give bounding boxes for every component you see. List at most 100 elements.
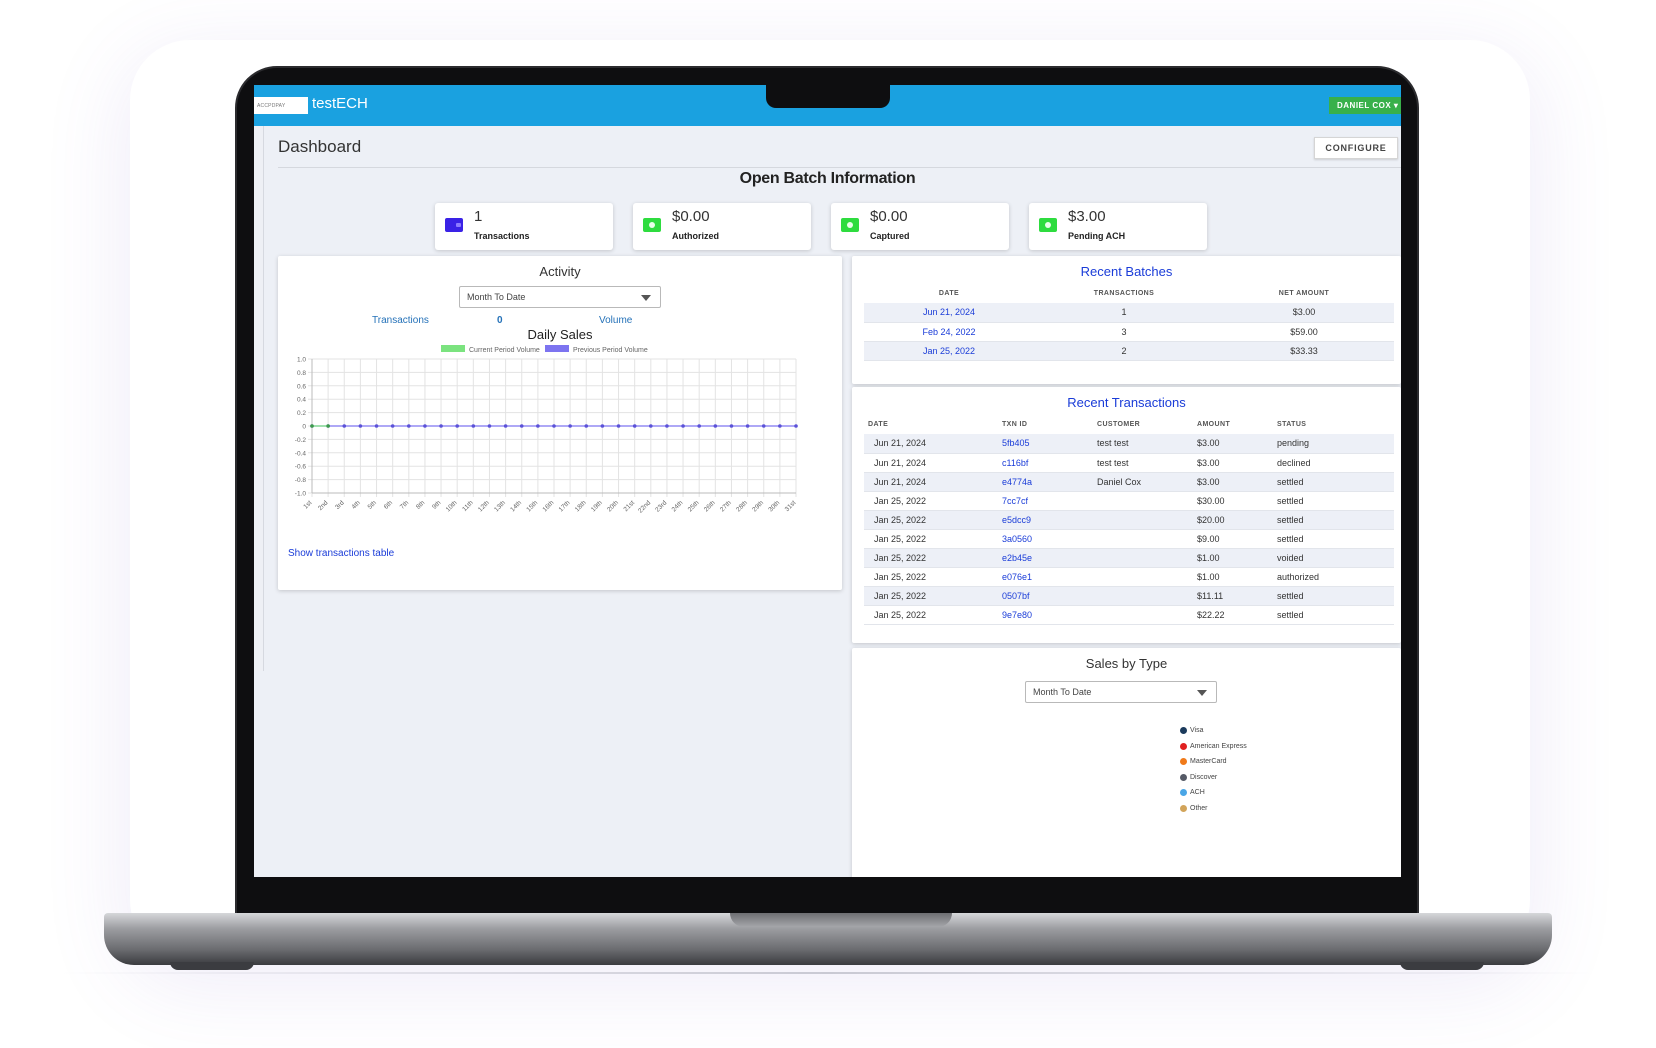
batch-date-link[interactable]: Jun 21, 2024	[864, 303, 1034, 323]
txn-id-link[interactable]: 5fb405	[1002, 434, 1097, 454]
txn-id-link[interactable]: c116bf	[1002, 453, 1097, 473]
txn-id-link[interactable]: 7cc7cf	[1002, 491, 1097, 511]
y-tick-label: -0.6	[295, 464, 307, 471]
txn-customer	[1097, 605, 1197, 625]
batch-transactions: 1	[1034, 303, 1214, 323]
batch-date-link[interactable]: Jan 25, 2022	[864, 341, 1034, 361]
table-row[interactable]: Jun 21, 2024 5fb405 test test $3.00 pending	[864, 434, 1394, 454]
x-tick-label: 20th	[606, 499, 620, 513]
configure-button[interactable]: CONFIGURE	[1314, 137, 1398, 159]
recent-transactions-title[interactable]: Recent Transactions	[852, 395, 1401, 410]
x-tick-label: 27th	[719, 499, 733, 513]
logo-text: ACCPDPAY	[257, 102, 286, 109]
table-row[interactable]: Jun 21, 2024 c116bf test test $3.00 declined	[864, 453, 1394, 473]
stat-value: $0.00	[672, 208, 710, 225]
y-tick-label: -0.2	[295, 437, 307, 444]
txn-amount: $3.00	[1197, 453, 1277, 473]
txn-date: Jan 25, 2022	[864, 567, 1002, 587]
x-tick-label: 28th	[735, 499, 749, 513]
x-tick-label: 25th	[687, 499, 701, 513]
txn-customer: Daniel Cox	[1097, 472, 1197, 492]
data-point	[407, 424, 411, 428]
legend-dot-icon	[1180, 727, 1187, 735]
txn-id-link[interactable]: e5dcc9	[1002, 510, 1097, 530]
txn-id-link[interactable]: 0507bf	[1002, 586, 1097, 606]
txn-id-link[interactable]: e4774a	[1002, 472, 1097, 492]
txn-status: pending	[1277, 434, 1394, 454]
txn-status: settled	[1277, 491, 1394, 511]
collapsed-sidebar[interactable]	[254, 126, 264, 671]
sales-range-select[interactable]: Month To Date	[1025, 681, 1217, 703]
table-row[interactable]: Jan 25, 2022 3a0560 $9.00 settled	[864, 529, 1394, 549]
table-row[interactable]: Jan 25, 2022 0507bf $11.11 settled	[864, 586, 1394, 606]
legend-dot-icon	[1180, 804, 1187, 812]
data-point	[713, 424, 718, 428]
legend-item[interactable]: Visa	[1180, 723, 1247, 739]
data-point	[310, 424, 314, 428]
legend-label: Current Period Volume	[469, 347, 540, 354]
txn-amount: $9.00	[1197, 529, 1277, 549]
daily-sales-chart: Current Period Volume Previous Period Vol…	[295, 345, 798, 515]
txn-date: Jan 25, 2022	[864, 529, 1002, 549]
table-row[interactable]: Jun 21, 2024 e4774a Daniel Cox $3.00 settled	[864, 472, 1394, 492]
table-row[interactable]: Jan 25, 2022 2 $33.33	[864, 341, 1394, 361]
batch-date-link[interactable]: Feb 24, 2022	[864, 322, 1034, 342]
data-point	[423, 424, 427, 428]
txn-date: Jun 21, 2024	[864, 434, 1002, 454]
data-point	[503, 424, 508, 428]
txn-customer: test test	[1097, 453, 1197, 473]
table-row[interactable]: Jan 25, 2022 e2b45e $1.00 voided	[864, 548, 1394, 568]
txn-id-link[interactable]: 9e7e80	[1002, 605, 1097, 625]
legend-item[interactable]: Discover	[1180, 770, 1247, 786]
activity-range-select[interactable]: Month To Date	[459, 286, 661, 308]
x-tick-label: 16th	[542, 499, 556, 513]
table-row[interactable]: Jan 25, 2022 e076e1 $1.00 authorized	[864, 567, 1394, 587]
table-row[interactable]: Jan 25, 2022 9e7e80 $22.22 settled	[864, 605, 1394, 625]
txn-status: settled	[1277, 586, 1394, 606]
legend-item[interactable]: MasterCard	[1180, 754, 1247, 770]
txn-id-link[interactable]: e2b45e	[1002, 548, 1097, 568]
stat-card-transactions: 1 Transactions	[435, 203, 613, 250]
data-point	[552, 424, 556, 428]
column-header: DATE	[938, 290, 960, 297]
x-tick-label: 3rd	[334, 499, 346, 511]
data-point	[778, 424, 782, 428]
show-transactions-table-link[interactable]: Show transactions table	[288, 548, 394, 559]
legend-swatch	[545, 345, 569, 352]
legend-item[interactable]: American Express	[1180, 739, 1247, 755]
transactions-metric-label: Transactions	[372, 315, 429, 326]
user-menu-button[interactable]: DANIEL COX ▾	[1329, 97, 1401, 114]
legend-item[interactable]: ACH	[1180, 785, 1247, 801]
x-tick-label: 1st	[302, 499, 313, 510]
table-row[interactable]: Jan 25, 2022 7cc7cf $30.00 settled	[864, 491, 1394, 511]
activity-title: Activity	[539, 264, 581, 279]
stat-label: Transactions	[474, 231, 530, 241]
volume-metric-label: Volume	[599, 315, 633, 326]
stat-card-captured: $0.00 Captured	[831, 203, 1009, 250]
legend-item[interactable]: Other	[1180, 801, 1247, 817]
recent-batches-table: DATE TRANSACTIONS NET AMOUNT Jun 21, 202…	[864, 284, 1394, 361]
cash-icon	[841, 218, 859, 232]
column-header: TRANSACTIONS	[1093, 290, 1155, 297]
y-tick-label: 1.0	[297, 357, 306, 364]
table-row[interactable]: Feb 24, 2022 3 $59.00	[864, 322, 1394, 342]
select-value: Month To Date	[1033, 687, 1092, 697]
table-row[interactable]: Jan 25, 2022 e5dcc9 $20.00 settled	[864, 510, 1394, 530]
txn-id-link[interactable]: 3a0560	[1002, 529, 1097, 549]
data-point	[600, 424, 605, 428]
data-point	[471, 424, 476, 428]
x-tick-label: 21st	[622, 499, 636, 513]
column-header: DATE	[868, 421, 889, 428]
column-header: TXN ID	[1002, 421, 1028, 428]
recent-transactions-table: DATE TXN ID CUSTOMER AMOUNT STATUS Jun 2…	[864, 415, 1394, 625]
y-tick-label: 0.6	[297, 383, 306, 390]
legend-label: Discover	[1190, 773, 1218, 781]
stat-card-pending-ach: $3.00 Pending ACH	[1029, 203, 1207, 250]
recent-batches-title[interactable]: Recent Batches	[852, 264, 1401, 279]
data-point	[794, 424, 798, 428]
sales-by-type-title: Sales by Type	[1085, 656, 1168, 671]
app-logo[interactable]: ACCPDPAY	[254, 97, 308, 114]
chart-title: Daily Sales	[527, 327, 593, 342]
txn-id-link[interactable]: e076e1	[1002, 567, 1097, 587]
table-row[interactable]: Jun 21, 2024 1 $3.00	[864, 303, 1394, 323]
